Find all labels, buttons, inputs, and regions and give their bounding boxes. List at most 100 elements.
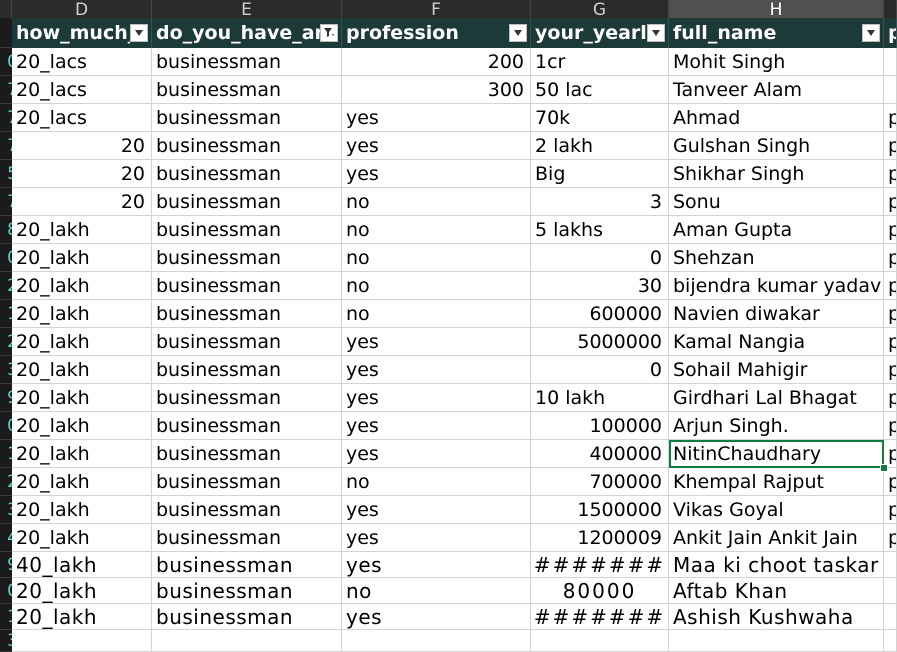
cell-full_name[interactable]: Gulshan Singh (669, 132, 884, 160)
cell-full_name[interactable]: Mohit Singh (669, 48, 884, 76)
cell-yearly[interactable]: 1cr (531, 48, 669, 76)
cell-next[interactable]: p (884, 132, 897, 160)
cell-yearly[interactable]: ####### (531, 604, 669, 630)
cell-yearly[interactable] (531, 630, 669, 652)
filter-dropdown-icon[interactable] (509, 24, 527, 42)
row-number[interactable]: 0 (0, 48, 12, 76)
cell-do_you_have[interactable] (152, 630, 342, 652)
cell-do_you_have[interactable]: businessman (152, 328, 342, 356)
cell-next[interactable] (884, 578, 897, 604)
cell-do_you_have[interactable]: businessman (152, 604, 342, 630)
filter-dropdown-icon[interactable] (130, 24, 148, 42)
cell-next[interactable]: p (884, 524, 897, 552)
cell-do_you_have[interactable]: businessman (152, 188, 342, 216)
cell-yearly[interactable]: ####### (531, 552, 669, 578)
cell-yearly[interactable]: 100000 (531, 412, 669, 440)
cell-yearly[interactable]: 700000 (531, 468, 669, 496)
cell-how_much[interactable]: 20_lakh (12, 468, 152, 496)
cell-profession[interactable]: 200 (342, 48, 531, 76)
cell-next[interactable]: p (884, 160, 897, 188)
cell-how_much[interactable]: 20 (12, 188, 152, 216)
row-number[interactable]: 1 (0, 604, 12, 630)
cell-do_you_have[interactable]: businessman (152, 104, 342, 132)
row-number[interactable]: 0 (0, 412, 12, 440)
cell-full_name[interactable]: Tanveer Alam (669, 76, 884, 104)
cell-next[interactable] (884, 76, 897, 104)
cell-next[interactable] (884, 48, 897, 76)
cell-next[interactable]: p (884, 496, 897, 524)
cell-yearly[interactable]: 0 (531, 244, 669, 272)
cell-next[interactable]: p (884, 356, 897, 384)
cell-do_you_have[interactable]: businessman (152, 356, 342, 384)
cell-full_name[interactable]: Shikhar Singh (669, 160, 884, 188)
cell-yearly[interactable]: 600000 (531, 300, 669, 328)
cell-next[interactable]: p (884, 468, 897, 496)
cell-how_much[interactable]: 20_lakh (12, 216, 152, 244)
cell-do_you_have[interactable]: businessman (152, 440, 342, 468)
cell-next[interactable]: p (884, 272, 897, 300)
cell-do_you_have[interactable]: businessman (152, 216, 342, 244)
cell-profession[interactable]: yes (342, 496, 531, 524)
fill-handle[interactable] (880, 464, 888, 472)
cell-profession[interactable]: yes (342, 524, 531, 552)
cell-next[interactable]: p (884, 384, 897, 412)
cell-how_much[interactable]: 20_lakh (12, 496, 152, 524)
cell-how_much[interactable]: 20_lakh (12, 440, 152, 468)
cell-next[interactable] (884, 552, 897, 578)
row-number[interactable]: 4 (0, 524, 12, 552)
cell-do_you_have[interactable]: businessman (152, 160, 342, 188)
cell-profession[interactable]: no (342, 300, 531, 328)
cell-yearly[interactable]: 5000000 (531, 328, 669, 356)
cell-profession[interactable]: yes (342, 132, 531, 160)
header-yearly[interactable]: your_yearly_ (531, 18, 669, 48)
row-number[interactable]: 3 (0, 496, 12, 524)
row-number[interactable]: 5 (0, 160, 12, 188)
cell-how_much[interactable]: 20_lakh (12, 328, 152, 356)
cell-full_name[interactable]: Ahmad (669, 104, 884, 132)
filter-dropdown-icon[interactable] (647, 24, 665, 42)
cell-how_much[interactable]: 20_lakh (12, 384, 152, 412)
header-profession[interactable]: profession (342, 18, 531, 48)
cell-full_name[interactable]: Aman Gupta (669, 216, 884, 244)
cell-yearly[interactable]: 10 lakh (531, 384, 669, 412)
filter-dropdown-icon[interactable] (862, 24, 880, 42)
cell-how_much[interactable]: 20_lakh (12, 412, 152, 440)
cell-yearly[interactable]: Big (531, 160, 669, 188)
cell-profession[interactable]: no (342, 244, 531, 272)
header-how_much[interactable]: how_much_ (12, 18, 152, 48)
cell-profession[interactable]: no (342, 188, 531, 216)
row-number[interactable]: 1 (0, 440, 12, 468)
cell-yearly[interactable]: 50 lac (531, 76, 669, 104)
cell-next[interactable]: p (884, 328, 897, 356)
row-number[interactable]: 7 (0, 188, 12, 216)
cell-do_you_have[interactable]: businessman (152, 552, 342, 578)
row-number[interactable]: 8 (0, 216, 12, 244)
cell-profession[interactable]: 300 (342, 76, 531, 104)
cell-do_you_have[interactable]: businessman (152, 272, 342, 300)
cell-next[interactable]: p (884, 216, 897, 244)
row-number[interactable]: 3 (0, 630, 12, 652)
cell-how_much[interactable]: 20_lacs (12, 76, 152, 104)
cell-do_you_have[interactable]: businessman (152, 244, 342, 272)
cell-how_much[interactable]: 20 (12, 160, 152, 188)
column-letter-i[interactable] (884, 0, 897, 18)
cell-full_name[interactable]: Kamal Nangia (669, 328, 884, 356)
cell-do_you_have[interactable]: businessman (152, 496, 342, 524)
cell-next[interactable]: p (884, 244, 897, 272)
cell-yearly[interactable]: 30 (531, 272, 669, 300)
cell-profession[interactable]: no (342, 468, 531, 496)
cell-next[interactable] (884, 630, 897, 652)
row-number[interactable]: 2 (0, 468, 12, 496)
column-letter-e[interactable]: E (152, 0, 342, 18)
cell-full_name[interactable]: Aftab Khan (669, 578, 884, 604)
cell-how_much[interactable]: 20_lakh (12, 244, 152, 272)
cell-profession[interactable]: yes (342, 160, 531, 188)
cell-profession[interactable]: yes (342, 440, 531, 468)
column-letter-h[interactable]: H (669, 0, 884, 18)
cell-do_you_have[interactable]: businessman (152, 132, 342, 160)
cell-profession[interactable]: yes (342, 104, 531, 132)
cell-how_much[interactable]: 20_lakh (12, 524, 152, 552)
cell-next[interactable] (884, 604, 897, 630)
row-number[interactable]: 3 (0, 356, 12, 384)
cell-do_you_have[interactable]: businessman (152, 468, 342, 496)
